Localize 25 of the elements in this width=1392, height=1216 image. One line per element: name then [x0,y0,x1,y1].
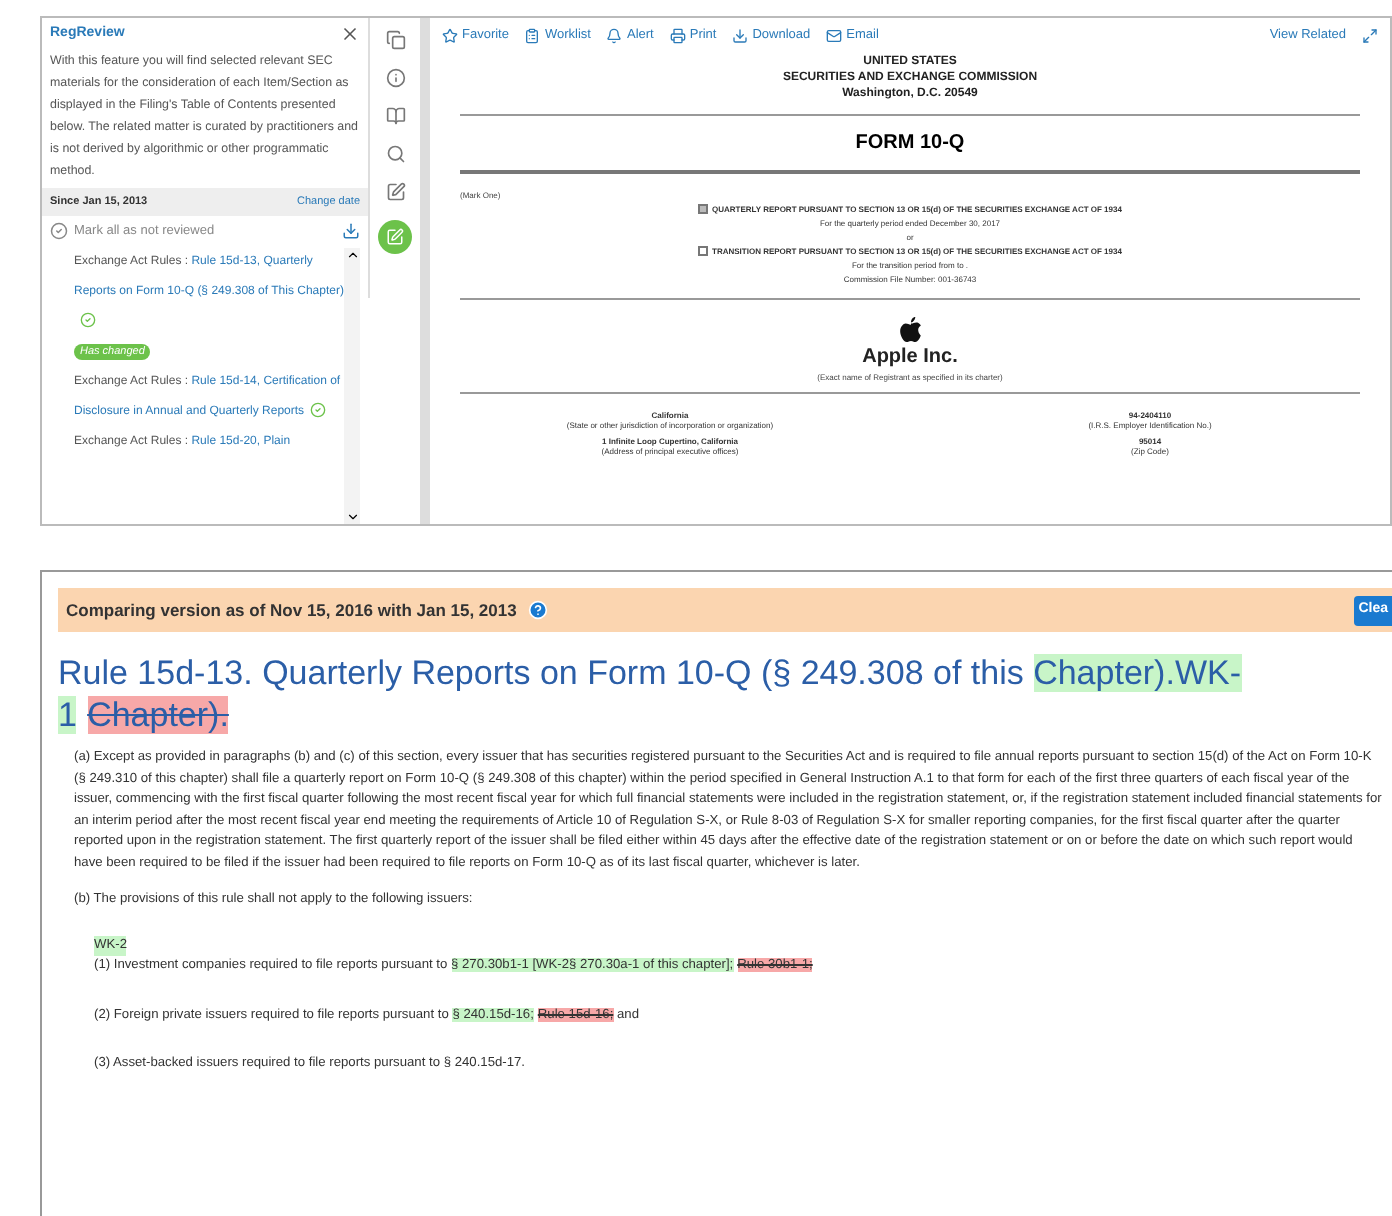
action-icon [606,27,623,44]
action-icon [669,27,686,44]
action-icon [826,27,843,44]
help-icon[interactable] [528,600,549,620]
info-icon[interactable] [385,68,405,88]
comparison-text: Comparing version as of Nov 15, 2016 with Jan 15, 2013 [66,597,517,623]
book-icon[interactable] [385,106,405,126]
download-icon[interactable] [342,222,360,241]
scroll-up-icon[interactable] [345,247,359,261]
action-icon [732,27,749,44]
scrollbar[interactable] [344,247,360,524]
rule-title: Rule 15d-13. Quarterly Reports on Form 10-Q (§ 249.308 of this Chapter).WK-1 Chapter). [58,652,1243,736]
action-icon [442,27,458,44]
edit-icon [386,228,404,246]
scroll-down-icon[interactable] [345,510,359,524]
edit-icon[interactable] [385,182,405,202]
copy-icon[interactable] [385,30,405,50]
company-name: Apple Inc. [860,343,960,372]
action-icon [524,27,541,44]
apple-logo-icon [899,315,921,342]
form-title: FORM 10-Q [853,129,967,158]
search-icon[interactable] [385,144,405,164]
close-icon[interactable] [340,24,360,45]
check-circle-icon[interactable] [50,222,68,241]
expand-icon[interactable] [1362,27,1378,44]
